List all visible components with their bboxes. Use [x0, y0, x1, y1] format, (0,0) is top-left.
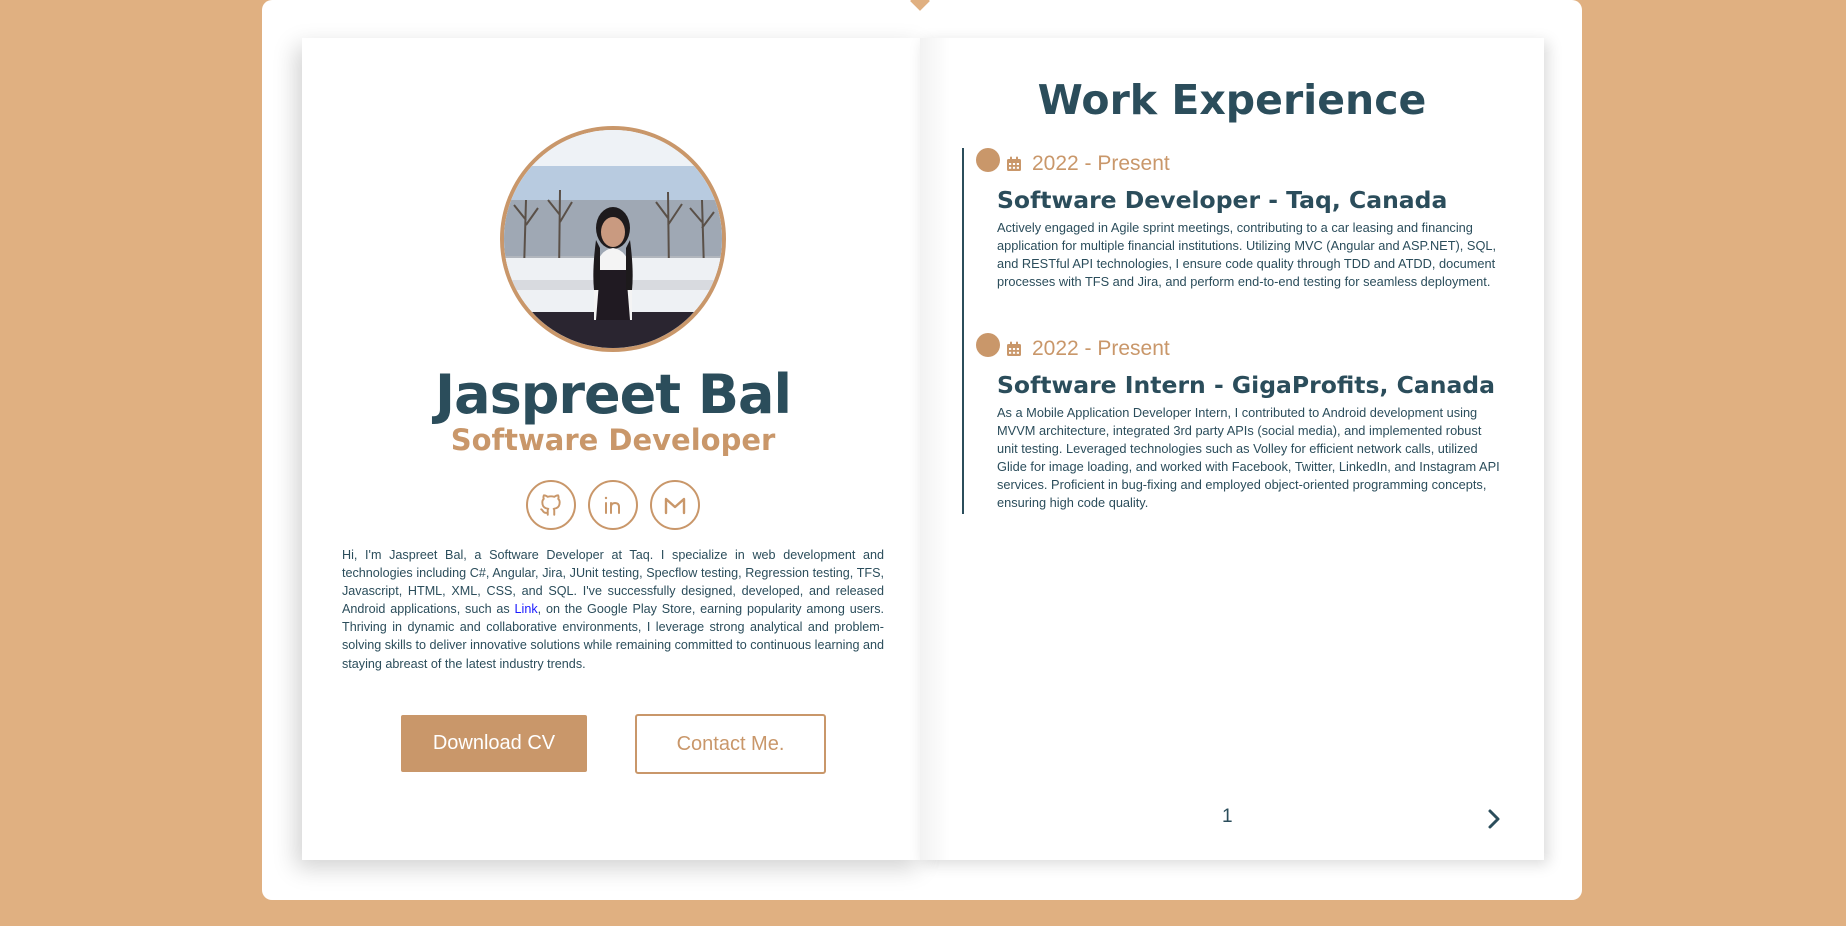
profile-page: Jaspreet Bal Software Developer Hi, I'm … — [302, 38, 924, 860]
job-title: Software Developer - Taq, Canada — [997, 186, 1448, 214]
profile-role: Software Developer — [450, 423, 776, 457]
experience-timeline: 2022 - Present Software Developer - Taq,… — [962, 148, 1502, 514]
page-number: 1 — [1222, 806, 1233, 827]
linkedin-icon — [604, 496, 620, 514]
social-links — [302, 480, 924, 530]
github-icon — [540, 494, 561, 516]
gmail-link[interactable] — [650, 480, 700, 530]
play-store-link[interactable]: Link — [515, 602, 538, 616]
profile-photo — [500, 126, 726, 352]
contact-me-button[interactable]: Contact Me. — [635, 714, 826, 774]
calendar-icon — [1007, 341, 1021, 356]
chevron-right-icon — [1488, 809, 1500, 829]
timeline-dot — [976, 148, 1000, 172]
linkedin-link[interactable] — [588, 480, 638, 530]
download-cv-button[interactable]: Download CV — [401, 715, 587, 772]
work-experience-page: Work Experience 2022 - Present Software … — [920, 38, 1544, 860]
job-date: 2022 - Present — [1006, 337, 1170, 361]
github-link[interactable] — [526, 480, 576, 530]
timeline-dot — [976, 333, 1000, 357]
mail-icon — [664, 497, 686, 515]
job-description: Actively engaged in Agile sprint meeting… — [997, 220, 1497, 290]
job-date-text: 2022 - Present — [1032, 337, 1170, 360]
work-experience-title: Work Experience — [1037, 76, 1427, 124]
calendar-icon — [1007, 156, 1021, 171]
job-date: 2022 - Present — [1006, 152, 1170, 176]
next-page-button[interactable] — [1482, 806, 1506, 832]
job-title: Software Intern - GigaProfits, Canada — [997, 371, 1495, 399]
profile-name: Jaspreet Bal — [435, 363, 792, 426]
job-date-text: 2022 - Present — [1032, 152, 1170, 175]
job-description: As a Mobile Application Developer Intern… — [997, 405, 1500, 511]
profile-bio: Hi, I'm Jaspreet Bal, a Software Develop… — [342, 548, 884, 671]
